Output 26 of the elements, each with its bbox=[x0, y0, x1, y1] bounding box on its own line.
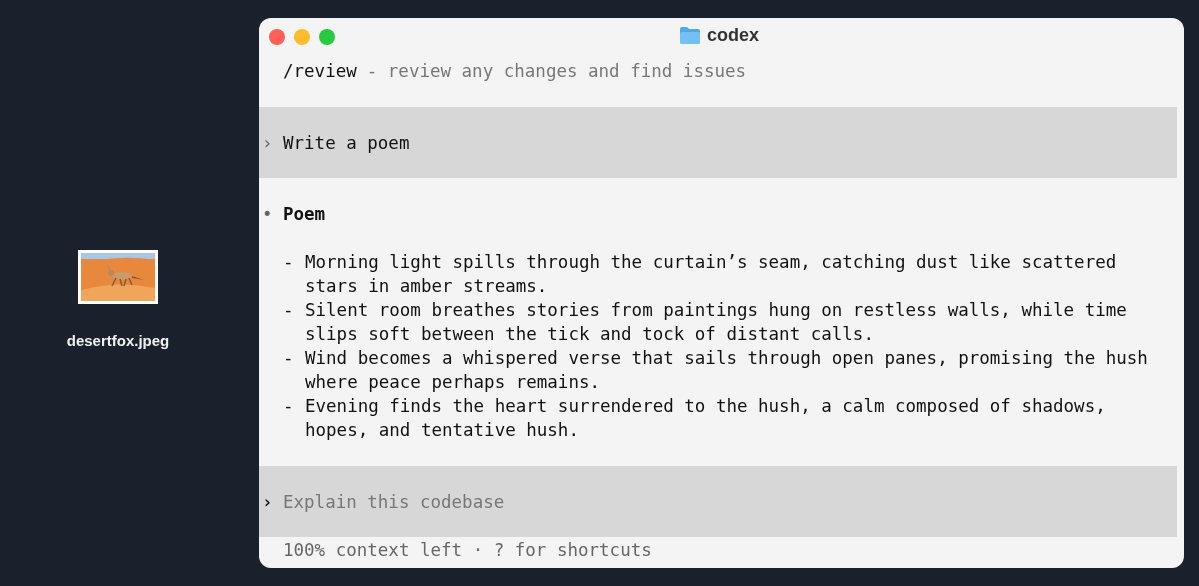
window-title: codex bbox=[707, 25, 760, 46]
poem-line: Wind becomes a whispered verse that sails through open panes, promising the hush bbox=[305, 347, 1148, 370]
poem-line: hopes, and tentative hush. bbox=[305, 419, 580, 442]
poem-line: Evening finds the heart surrendered to the hush, a calm composed of shadows, bbox=[305, 395, 1106, 418]
response-heading: Poem bbox=[283, 203, 326, 226]
dash-glyph: - bbox=[283, 299, 295, 322]
status-line: 100% context left · ? for shortcuts bbox=[282, 539, 653, 562]
minimize-button[interactable] bbox=[294, 29, 310, 45]
close-button[interactable] bbox=[269, 29, 285, 45]
file-name[interactable]: desertfox.jpeg bbox=[66, 332, 170, 349]
dash-glyph: - bbox=[283, 395, 295, 418]
poem-line: slips soft between the tick and tock of distant calls. bbox=[305, 323, 875, 346]
bullet-glyph: • bbox=[261, 204, 274, 224]
poem-line: stars in amber streams. bbox=[305, 275, 549, 298]
dash-glyph: - bbox=[283, 251, 295, 274]
chevron-glyph: › bbox=[261, 132, 274, 153]
poem-line: Silent room breathes stories from paintings hung on restless walls, while time bbox=[305, 299, 1127, 322]
poem-line: Morning light spills through the curtain’s seam, catching dust like scattered bbox=[305, 251, 1117, 274]
zoom-button[interactable] bbox=[319, 29, 335, 45]
poem-line: where peace perhaps remains. bbox=[305, 371, 601, 394]
command-description: - review any changes and find issues bbox=[366, 60, 747, 83]
command-name: /review bbox=[283, 60, 357, 83]
input-field[interactable]: › Explain this codebase bbox=[259, 466, 1177, 537]
folder-icon bbox=[679, 26, 701, 45]
user-message: Write a poem bbox=[283, 131, 410, 155]
dash-glyph: - bbox=[283, 347, 295, 370]
